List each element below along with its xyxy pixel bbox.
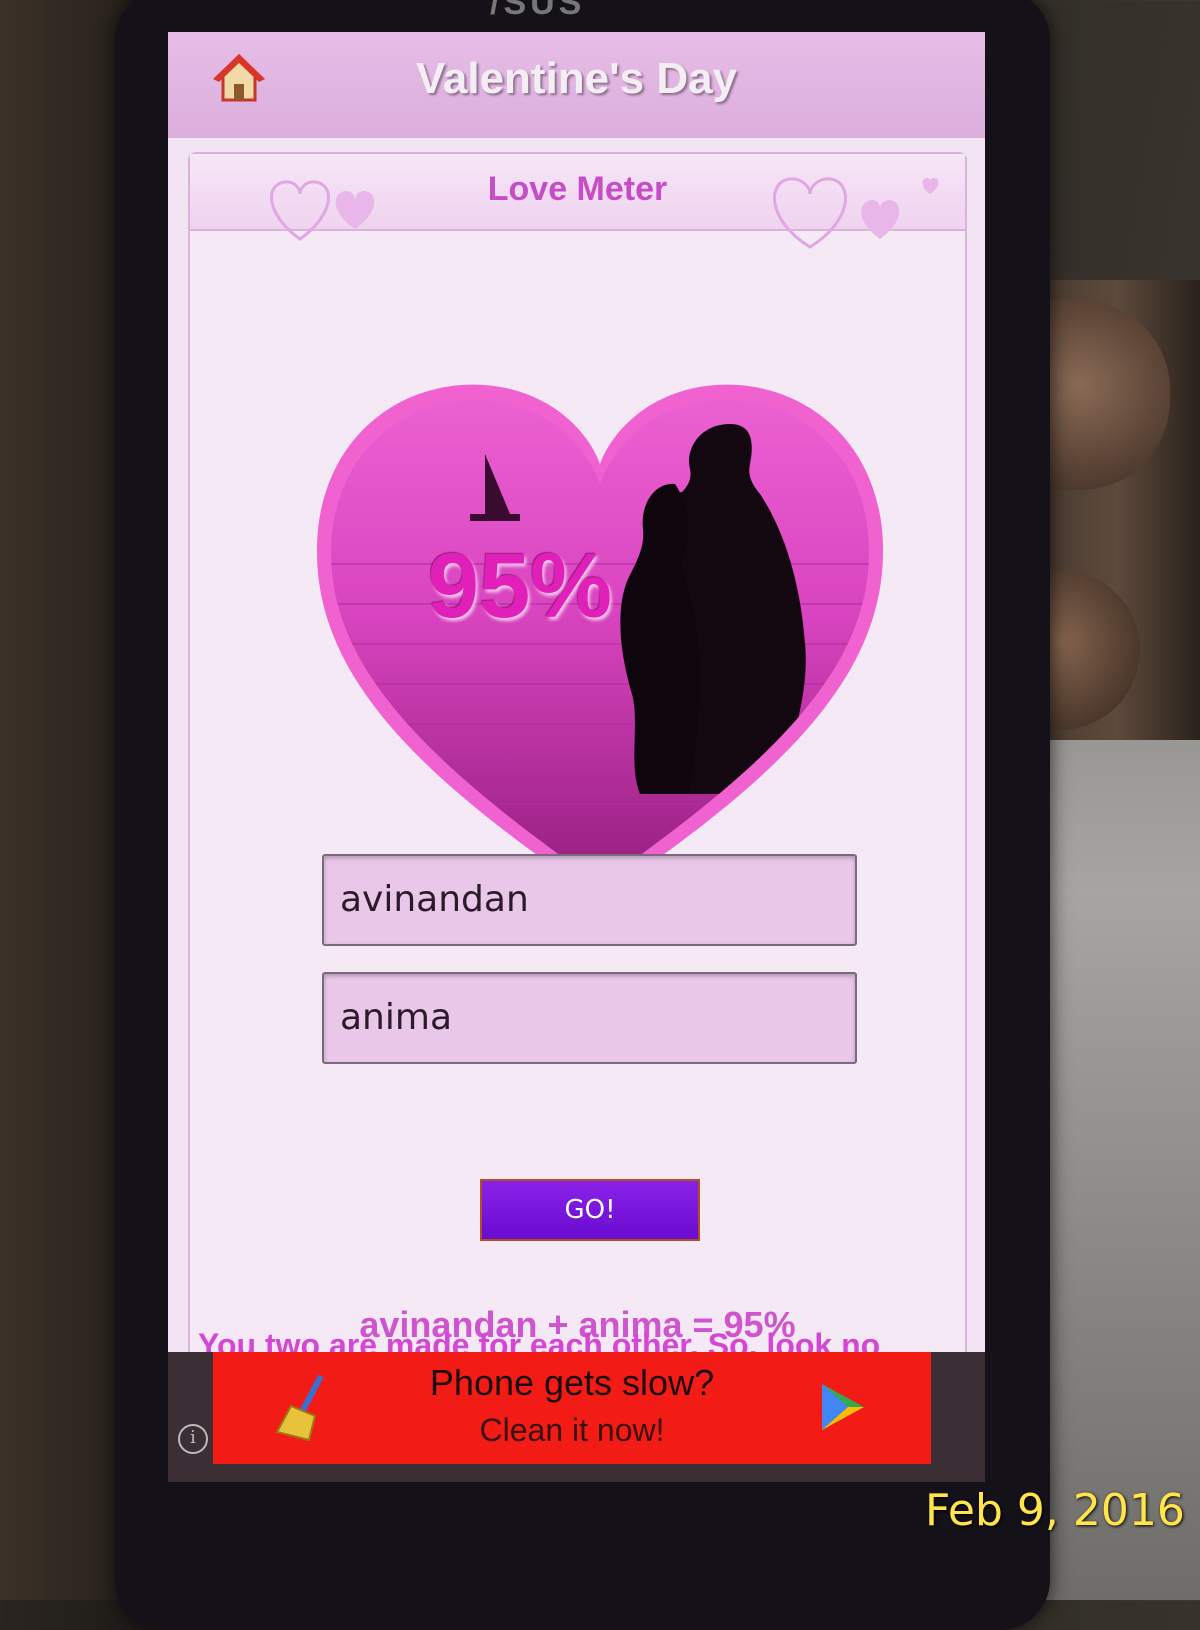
phone: /SUS Valentine's Day Love Meter 95% avin… [115, 0, 1050, 1630]
go-button[interactable]: GO! [480, 1179, 700, 1241]
play-store-icon [822, 1384, 864, 1430]
first-name-input[interactable]: avinandan [322, 854, 857, 946]
heart-couple-image [316, 384, 884, 899]
app-bar: Valentine's Day [168, 32, 985, 138]
phone-brand: /SUS [490, 0, 586, 22]
ad-banner[interactable]: i Phone gets slow? Clean it now! [168, 1352, 985, 1482]
info-icon[interactable]: i [178, 1424, 208, 1454]
second-name-input[interactable]: anima [322, 972, 857, 1064]
app-title: Valentine's Day [415, 54, 738, 103]
love-meter-panel: Love Meter 95% avinandan anima GO! avina… [188, 152, 967, 1406]
panel-header: Love Meter [190, 154, 965, 249]
love-percentage: 95% [427, 535, 613, 637]
ad-content[interactable]: Phone gets slow? Clean it now! [213, 1352, 931, 1464]
phone-screen: Valentine's Day Love Meter 95% avinandan… [168, 32, 985, 1482]
panel-title: Love Meter [487, 170, 668, 208]
photo-date-stamp: Feb 9, 2016 [925, 1485, 1185, 1536]
